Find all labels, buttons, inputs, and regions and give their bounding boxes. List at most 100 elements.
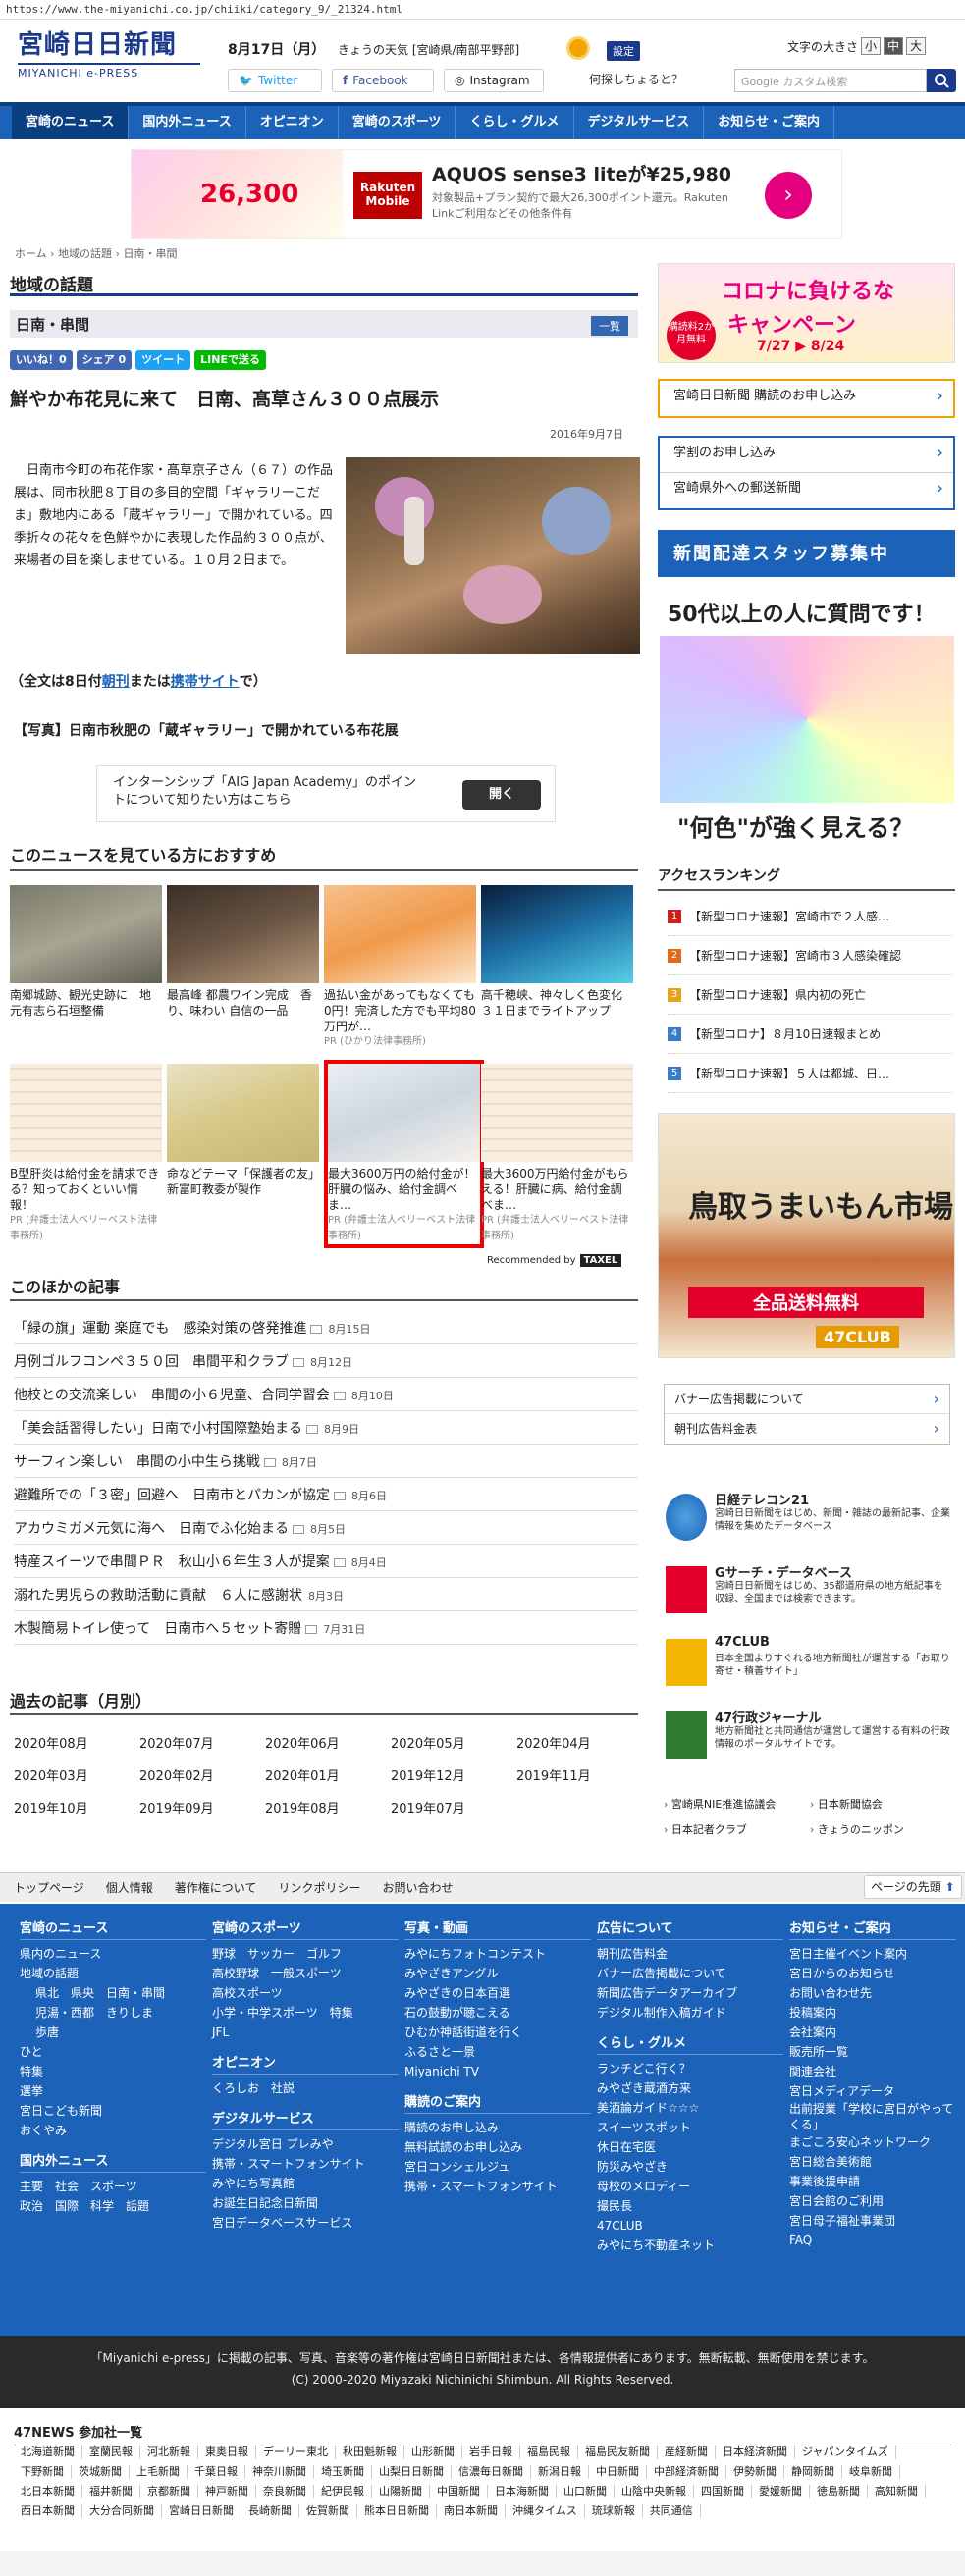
org-link[interactable]: きょうのニッポン: [810, 1821, 956, 1837]
news47-link[interactable]: 長崎新聞: [241, 2504, 299, 2518]
list-item[interactable]: サーフィン楽しい 串間の小中生ら挑戦 8月7日: [14, 1446, 638, 1478]
news47-link[interactable]: 四国新聞: [694, 2485, 752, 2498]
list-item[interactable]: 避難所での「３密」回避へ 日南市とパカンが協定 8月6日: [14, 1480, 638, 1511]
student-link[interactable]: 学割のお申し込み: [660, 438, 953, 473]
footer-link[interactable]: 著作権について: [175, 1873, 257, 1902]
org-link[interactable]: 宮崎県NIE推進協議会: [664, 1796, 810, 1812]
covid-campaign-banner[interactable]: 購読料2か月無料 コロナに負けるな キャンペーン 7/27 ▶ 8/24: [658, 263, 955, 363]
top-ad-banner[interactable]: 26,300 Rakuten Mobile AQUOS sense3 liteが…: [131, 149, 842, 239]
news47-link[interactable]: 山口新聞: [557, 2485, 615, 2498]
month-link[interactable]: 2019年07月: [391, 1798, 516, 1816]
month-link[interactable]: 2020年08月: [14, 1733, 139, 1752]
morning-edition-link[interactable]: 朝刊: [102, 674, 130, 690]
news47-link[interactable]: 山陰中央新報: [615, 2485, 694, 2498]
news47-link[interactable]: 山梨日日新聞: [372, 2465, 452, 2479]
news47-link[interactable]: 宮崎日日新聞: [162, 2504, 241, 2518]
line-button[interactable]: LINEで送る: [194, 350, 266, 370]
month-link[interactable]: 2019年11月: [516, 1765, 642, 1784]
tottori-fish-ad[interactable]: 鳥取うまいもん市場 全品送料無料 47CLUB: [658, 1113, 955, 1358]
news47-link[interactable]: 茨城新聞: [72, 2465, 130, 2479]
news47-link[interactable]: 共同通信: [643, 2504, 701, 2518]
font-mid-button[interactable]: 中: [884, 37, 904, 55]
mobile-site-link[interactable]: 携帯サイト: [171, 674, 240, 690]
nav-item-info[interactable]: お知らせ・ご案内: [704, 106, 834, 139]
month-link[interactable]: 2019年09月: [139, 1798, 265, 1816]
nav-item-opinion[interactable]: オピニオン: [246, 106, 339, 139]
list-item[interactable]: 「緑の旗」運動 楽庭でも 感染対策の啓発推進 8月15日: [14, 1313, 638, 1344]
list-item[interactable]: 木製簡易トイレ使って 日南市へ５セット寄贈 7月31日: [14, 1613, 638, 1645]
recommend-card[interactable]: 南郷城跡、観光史跡に 地元有志ら石垣整備: [10, 885, 162, 1019]
share-button[interactable]: シェア 0: [76, 350, 133, 370]
month-link[interactable]: 2020年07月: [139, 1733, 265, 1752]
news47-link[interactable]: 佐賀新聞: [299, 2504, 357, 2518]
news47-link[interactable]: 信濃毎日新聞: [452, 2465, 531, 2479]
color-quiz-ad[interactable]: 50代以上の人に質問です！ "何色"が強く見える？: [658, 597, 955, 842]
tweet-button[interactable]: ツイート: [135, 350, 191, 370]
month-link[interactable]: 2019年10月: [14, 1798, 139, 1816]
news47-link[interactable]: 福井新聞: [82, 2485, 140, 2498]
ad-open-button[interactable]: 開く: [462, 780, 541, 810]
org-link[interactable]: 日本新聞協会: [810, 1796, 956, 1812]
back-to-top-button[interactable]: ページの先頭 ⬆: [864, 1875, 962, 1899]
like-button[interactable]: いいね！0: [10, 350, 73, 370]
news47-link[interactable]: 沖縄タイムス: [506, 2504, 585, 2518]
service-47club[interactable]: 47CLUB 日本全国よりすぐれる地方新聞社が運営する「お取り寄せ・積善サイト」: [666, 1635, 952, 1700]
ranking-item[interactable]: 1 【新型コロナ速報】宮崎市で２人感…: [668, 897, 952, 936]
recommend-card[interactable]: B型肝炎は給付金を請求できる？知っておくといい情報！ PR (弁護士法人ベリーベス…: [10, 1064, 162, 1244]
news47-link[interactable]: 日本海新聞: [488, 2485, 557, 2498]
recommend-card[interactable]: 最大3600万円給付金がもらえる！肝臓に病、給付金調べま… PR (弁護士法人ベリ…: [481, 1064, 633, 1244]
news47-link[interactable]: 河北新報: [140, 2445, 198, 2459]
ranking-item[interactable]: 4 【新型コロナ】８月10日速報まとめ: [668, 1015, 952, 1054]
search-button[interactable]: [927, 69, 956, 92]
url-bar[interactable]: https://www.the-miyanichi.co.jp/chiiki/c…: [0, 0, 965, 20]
news47-link[interactable]: 中国新聞: [430, 2485, 488, 2498]
news47-link[interactable]: 紀伊民報: [314, 2485, 372, 2498]
service-47gyosei[interactable]: 47行政ジャーナル 地方新聞社と共同通信が運営して運営する有料の行政情報のポータル…: [666, 1708, 952, 1772]
article-photo[interactable]: [346, 457, 640, 654]
recommended-by[interactable]: Recommended by TAXEL: [487, 1254, 622, 1267]
ranking-item[interactable]: 2 【新型コロナ速報】宮崎市３人感染確認: [668, 936, 952, 975]
month-link[interactable]: 2020年02月: [139, 1765, 265, 1784]
news47-link[interactable]: デーリー東北: [256, 2445, 336, 2459]
mail-link[interactable]: 宮崎県外への郵送新聞: [660, 473, 953, 508]
news47-link[interactable]: 南日本新聞: [437, 2504, 506, 2518]
nav-item-digital[interactable]: デジタルサービス: [574, 106, 705, 139]
news47-link[interactable]: 岩手日報: [462, 2445, 520, 2459]
news47-link[interactable]: 徳島新聞: [810, 2485, 868, 2498]
news47-link[interactable]: 伊勢新聞: [726, 2465, 784, 2479]
nav-item-local-news[interactable]: 宮崎のニュース: [12, 106, 130, 139]
news47-link[interactable]: 室蘭民報: [82, 2445, 140, 2459]
month-link[interactable]: 2020年05月: [391, 1733, 516, 1752]
news47-link[interactable]: 高知新聞: [868, 2485, 926, 2498]
recommend-card-highlighted[interactable]: 最大3600万円の給付金が！肝臓の悩み、給付金調べま… PR (弁護士法人ベリーベ…: [324, 1060, 484, 1248]
font-large-button[interactable]: 大: [906, 37, 927, 55]
month-link[interactable]: 2020年01月: [265, 1765, 391, 1784]
news47-link[interactable]: 岐阜新聞: [842, 2465, 900, 2479]
news47-link[interactable]: 北海道新聞: [14, 2445, 82, 2459]
footer-link[interactable]: リンクポリシー: [278, 1873, 360, 1902]
footer-link[interactable]: お問い合わせ: [382, 1873, 453, 1902]
staff-recruit-banner[interactable]: 新聞配達スタッフ募集中: [658, 530, 955, 577]
news47-link[interactable]: 愛媛新聞: [752, 2485, 810, 2498]
news47-link[interactable]: 千葉日報: [188, 2465, 245, 2479]
ranking-item[interactable]: 5 【新型コロナ速報】５人は都城、日…: [668, 1054, 952, 1093]
org-link[interactable]: 日本記者クラブ: [664, 1821, 810, 1837]
nav-item-world-news[interactable]: 国内外ニュース: [129, 106, 246, 139]
news47-link[interactable]: 神戸新聞: [198, 2485, 256, 2498]
news47-link[interactable]: 埼玉新聞: [314, 2465, 372, 2479]
inline-ad[interactable]: インターンシップ「AIG Japan Academy」のポイントについて知りたい…: [96, 765, 556, 822]
banner-ad-link[interactable]: バナー広告掲載について: [665, 1385, 949, 1414]
news47-link[interactable]: 山形新聞: [404, 2445, 462, 2459]
recommend-card[interactable]: 命などテーマ「保護者の友」 新富町教委が製作: [167, 1064, 326, 1197]
news47-link[interactable]: 北日本新聞: [14, 2485, 82, 2498]
list-item[interactable]: 「美会話習得したい」日南で小村国際塾始まる 8月9日: [14, 1413, 638, 1445]
ad-rate-link[interactable]: 朝刊広告料金表: [665, 1414, 949, 1444]
month-link[interactable]: 2019年08月: [265, 1798, 391, 1816]
service-g-search[interactable]: Gサーチ・データベース 宮崎日日新聞をはじめ、35都道府県の地方紙記事を収録、全国…: [666, 1562, 952, 1627]
list-item[interactable]: 他校との交流楽しい 串間の小６児童、合同学習会 8月10日: [14, 1380, 638, 1411]
news47-link[interactable]: 福島民友新聞: [578, 2445, 658, 2459]
month-link[interactable]: 2019年12月: [391, 1765, 516, 1784]
ad-arrow-icon[interactable]: ›: [765, 172, 812, 219]
news47-link[interactable]: 大分合同新聞: [82, 2504, 162, 2518]
recommend-card[interactable]: 最高峰 都農ワイン完成 香り、味わい 自信の一品: [167, 885, 319, 1019]
